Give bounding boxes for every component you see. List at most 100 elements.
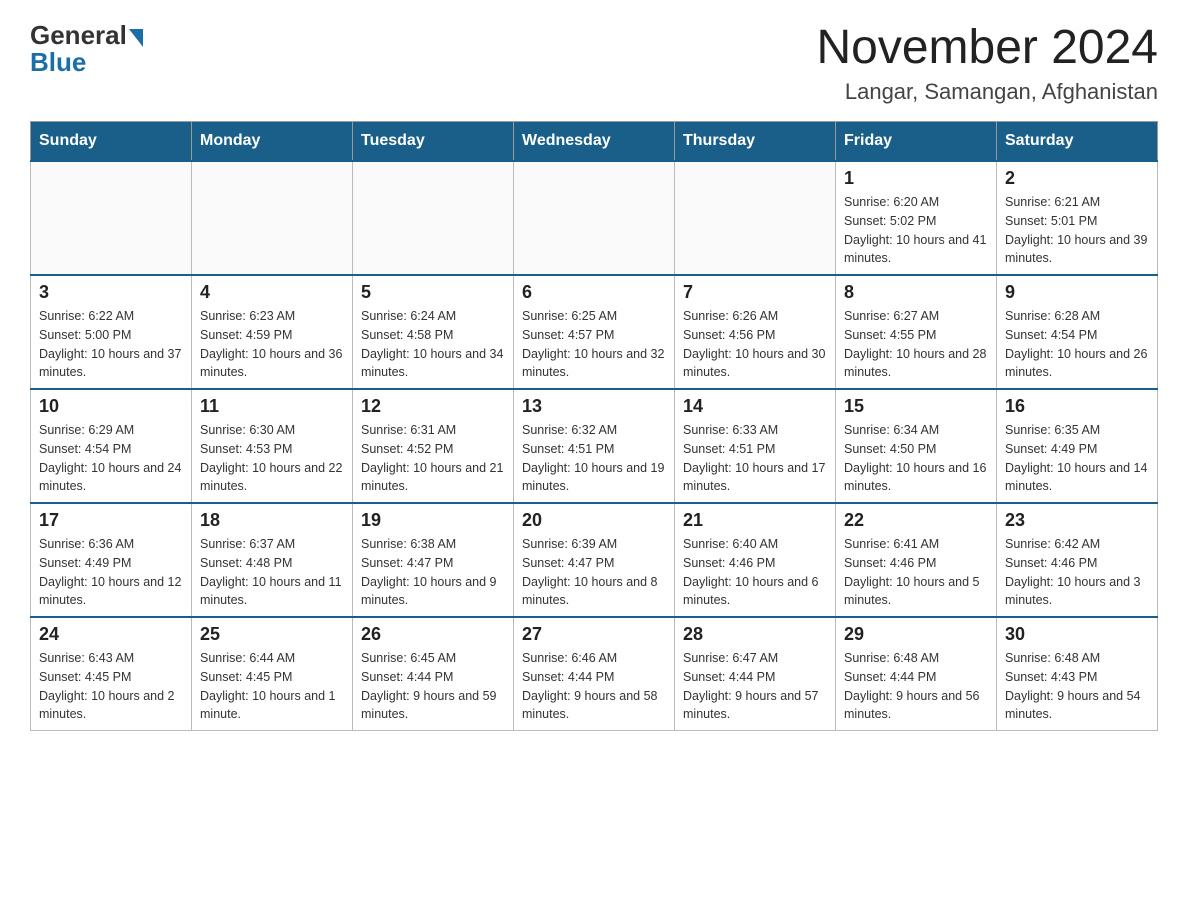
day-number: 13 bbox=[522, 396, 666, 417]
day-info: Sunrise: 6:24 AMSunset: 4:58 PMDaylight:… bbox=[361, 307, 505, 382]
day-number: 4 bbox=[200, 282, 344, 303]
day-info: Sunrise: 6:46 AMSunset: 4:44 PMDaylight:… bbox=[522, 649, 666, 724]
day-number: 11 bbox=[200, 396, 344, 417]
calendar-cell: 28 Sunrise: 6:47 AMSunset: 4:44 PMDayligh… bbox=[675, 617, 836, 731]
day-number: 7 bbox=[683, 282, 827, 303]
calendar-cell: 27 Sunrise: 6:46 AMSunset: 4:44 PMDayligh… bbox=[514, 617, 675, 731]
day-info: Sunrise: 6:34 AMSunset: 4:50 PMDaylight:… bbox=[844, 421, 988, 496]
day-info: Sunrise: 6:44 AMSunset: 4:45 PMDaylight:… bbox=[200, 649, 344, 724]
calendar-cell: 26 Sunrise: 6:45 AMSunset: 4:44 PMDayligh… bbox=[353, 617, 514, 731]
logo-arrow-icon bbox=[129, 29, 143, 47]
day-info: Sunrise: 6:41 AMSunset: 4:46 PMDaylight:… bbox=[844, 535, 988, 610]
day-number: 8 bbox=[844, 282, 988, 303]
day-number: 30 bbox=[1005, 624, 1149, 645]
week-row-1: 1 Sunrise: 6:20 AMSunset: 5:02 PMDaylight… bbox=[31, 161, 1158, 275]
calendar-cell: 12 Sunrise: 6:31 AMSunset: 4:52 PMDayligh… bbox=[353, 389, 514, 503]
day-number: 27 bbox=[522, 624, 666, 645]
day-number: 23 bbox=[1005, 510, 1149, 531]
day-info: Sunrise: 6:38 AMSunset: 4:47 PMDaylight:… bbox=[361, 535, 505, 610]
day-number: 14 bbox=[683, 396, 827, 417]
calendar-cell: 14 Sunrise: 6:33 AMSunset: 4:51 PMDayligh… bbox=[675, 389, 836, 503]
day-info: Sunrise: 6:48 AMSunset: 4:44 PMDaylight:… bbox=[844, 649, 988, 724]
calendar-cell: 29 Sunrise: 6:48 AMSunset: 4:44 PMDayligh… bbox=[836, 617, 997, 731]
day-number: 10 bbox=[39, 396, 183, 417]
calendar-cell bbox=[31, 161, 192, 275]
calendar-cell: 7 Sunrise: 6:26 AMSunset: 4:56 PMDaylight… bbox=[675, 275, 836, 389]
day-number: 19 bbox=[361, 510, 505, 531]
calendar-cell: 15 Sunrise: 6:34 AMSunset: 4:50 PMDayligh… bbox=[836, 389, 997, 503]
day-info: Sunrise: 6:26 AMSunset: 4:56 PMDaylight:… bbox=[683, 307, 827, 382]
calendar-title: November 2024 bbox=[816, 20, 1158, 75]
week-row-2: 3Sunrise: 6:22 AMSunset: 5:00 PMDaylight… bbox=[31, 275, 1158, 389]
calendar-cell: 21Sunrise: 6:40 AMSunset: 4:46 PMDayligh… bbox=[675, 503, 836, 617]
day-number: 1 bbox=[844, 168, 988, 189]
day-info: Sunrise: 6:27 AMSunset: 4:55 PMDaylight:… bbox=[844, 307, 988, 382]
week-row-4: 17 Sunrise: 6:36 AMSunset: 4:49 PMDayligh… bbox=[31, 503, 1158, 617]
week-row-5: 24Sunrise: 6:43 AMSunset: 4:45 PMDayligh… bbox=[31, 617, 1158, 731]
calendar-cell: 22 Sunrise: 6:41 AMSunset: 4:46 PMDayligh… bbox=[836, 503, 997, 617]
day-info: Sunrise: 6:48 AMSunset: 4:43 PMDaylight:… bbox=[1005, 649, 1149, 724]
calendar-cell: 23 Sunrise: 6:42 AMSunset: 4:46 PMDayligh… bbox=[997, 503, 1158, 617]
day-number: 16 bbox=[1005, 396, 1149, 417]
logo: General Blue bbox=[30, 20, 143, 78]
day-info: Sunrise: 6:31 AMSunset: 4:52 PMDaylight:… bbox=[361, 421, 505, 496]
calendar-cell: 9Sunrise: 6:28 AMSunset: 4:54 PMDaylight… bbox=[997, 275, 1158, 389]
calendar-cell bbox=[514, 161, 675, 275]
day-info: Sunrise: 6:47 AMSunset: 4:44 PMDaylight:… bbox=[683, 649, 827, 724]
day-info: Sunrise: 6:36 AMSunset: 4:49 PMDaylight:… bbox=[39, 535, 183, 610]
calendar-subtitle: Langar, Samangan, Afghanistan bbox=[816, 79, 1158, 105]
day-info: Sunrise: 6:37 AMSunset: 4:48 PMDaylight:… bbox=[200, 535, 344, 610]
calendar-cell: 30 Sunrise: 6:48 AMSunset: 4:43 PMDayligh… bbox=[997, 617, 1158, 731]
title-area: November 2024 Langar, Samangan, Afghanis… bbox=[816, 20, 1158, 105]
day-number: 28 bbox=[683, 624, 827, 645]
calendar-cell: 5 Sunrise: 6:24 AMSunset: 4:58 PMDaylight… bbox=[353, 275, 514, 389]
day-number: 5 bbox=[361, 282, 505, 303]
day-info: Sunrise: 6:23 AMSunset: 4:59 PMDaylight:… bbox=[200, 307, 344, 382]
day-number: 20 bbox=[522, 510, 666, 531]
day-info: Sunrise: 6:28 AMSunset: 4:54 PMDaylight:… bbox=[1005, 307, 1149, 382]
calendar-cell bbox=[192, 161, 353, 275]
day-info: Sunrise: 6:29 AMSunset: 4:54 PMDaylight:… bbox=[39, 421, 183, 496]
calendar-cell: 4 Sunrise: 6:23 AMSunset: 4:59 PMDaylight… bbox=[192, 275, 353, 389]
day-info: Sunrise: 6:20 AMSunset: 5:02 PMDaylight:… bbox=[844, 193, 988, 268]
calendar-cell: 1 Sunrise: 6:20 AMSunset: 5:02 PMDaylight… bbox=[836, 161, 997, 275]
day-info: Sunrise: 6:25 AMSunset: 4:57 PMDaylight:… bbox=[522, 307, 666, 382]
day-number: 22 bbox=[844, 510, 988, 531]
day-number: 18 bbox=[200, 510, 344, 531]
calendar-cell: 19 Sunrise: 6:38 AMSunset: 4:47 PMDayligh… bbox=[353, 503, 514, 617]
day-header-saturday: Saturday bbox=[997, 122, 1158, 162]
calendar-cell: 16Sunrise: 6:35 AMSunset: 4:49 PMDayligh… bbox=[997, 389, 1158, 503]
day-number: 3 bbox=[39, 282, 183, 303]
day-info: Sunrise: 6:21 AMSunset: 5:01 PMDaylight:… bbox=[1005, 193, 1149, 268]
day-info: Sunrise: 6:39 AMSunset: 4:47 PMDaylight:… bbox=[522, 535, 666, 610]
calendar-cell: 8 Sunrise: 6:27 AMSunset: 4:55 PMDaylight… bbox=[836, 275, 997, 389]
day-number: 12 bbox=[361, 396, 505, 417]
day-header-monday: Monday bbox=[192, 122, 353, 162]
calendar-cell: 11 Sunrise: 6:30 AMSunset: 4:53 PMDayligh… bbox=[192, 389, 353, 503]
day-number: 29 bbox=[844, 624, 988, 645]
calendar-cell: 6 Sunrise: 6:25 AMSunset: 4:57 PMDaylight… bbox=[514, 275, 675, 389]
day-header-friday: Friday bbox=[836, 122, 997, 162]
calendar-cell bbox=[675, 161, 836, 275]
day-number: 15 bbox=[844, 396, 988, 417]
day-number: 6 bbox=[522, 282, 666, 303]
day-number: 25 bbox=[200, 624, 344, 645]
day-number: 2 bbox=[1005, 168, 1149, 189]
day-number: 26 bbox=[361, 624, 505, 645]
day-info: Sunrise: 6:45 AMSunset: 4:44 PMDaylight:… bbox=[361, 649, 505, 724]
day-info: Sunrise: 6:33 AMSunset: 4:51 PMDaylight:… bbox=[683, 421, 827, 496]
calendar-header-row: SundayMondayTuesdayWednesdayThursdayFrid… bbox=[31, 122, 1158, 162]
calendar-cell: 3Sunrise: 6:22 AMSunset: 5:00 PMDaylight… bbox=[31, 275, 192, 389]
day-info: Sunrise: 6:43 AMSunset: 4:45 PMDaylight:… bbox=[39, 649, 183, 724]
header: General Blue November 2024 Langar, Saman… bbox=[30, 20, 1158, 105]
calendar-cell: 24Sunrise: 6:43 AMSunset: 4:45 PMDayligh… bbox=[31, 617, 192, 731]
calendar-cell: 10 Sunrise: 6:29 AMSunset: 4:54 PMDayligh… bbox=[31, 389, 192, 503]
day-header-thursday: Thursday bbox=[675, 122, 836, 162]
day-header-tuesday: Tuesday bbox=[353, 122, 514, 162]
day-number: 17 bbox=[39, 510, 183, 531]
day-info: Sunrise: 6:32 AMSunset: 4:51 PMDaylight:… bbox=[522, 421, 666, 496]
logo-blue-text: Blue bbox=[30, 47, 86, 78]
day-info: Sunrise: 6:30 AMSunset: 4:53 PMDaylight:… bbox=[200, 421, 344, 496]
day-info: Sunrise: 6:42 AMSunset: 4:46 PMDaylight:… bbox=[1005, 535, 1149, 610]
day-header-sunday: Sunday bbox=[31, 122, 192, 162]
